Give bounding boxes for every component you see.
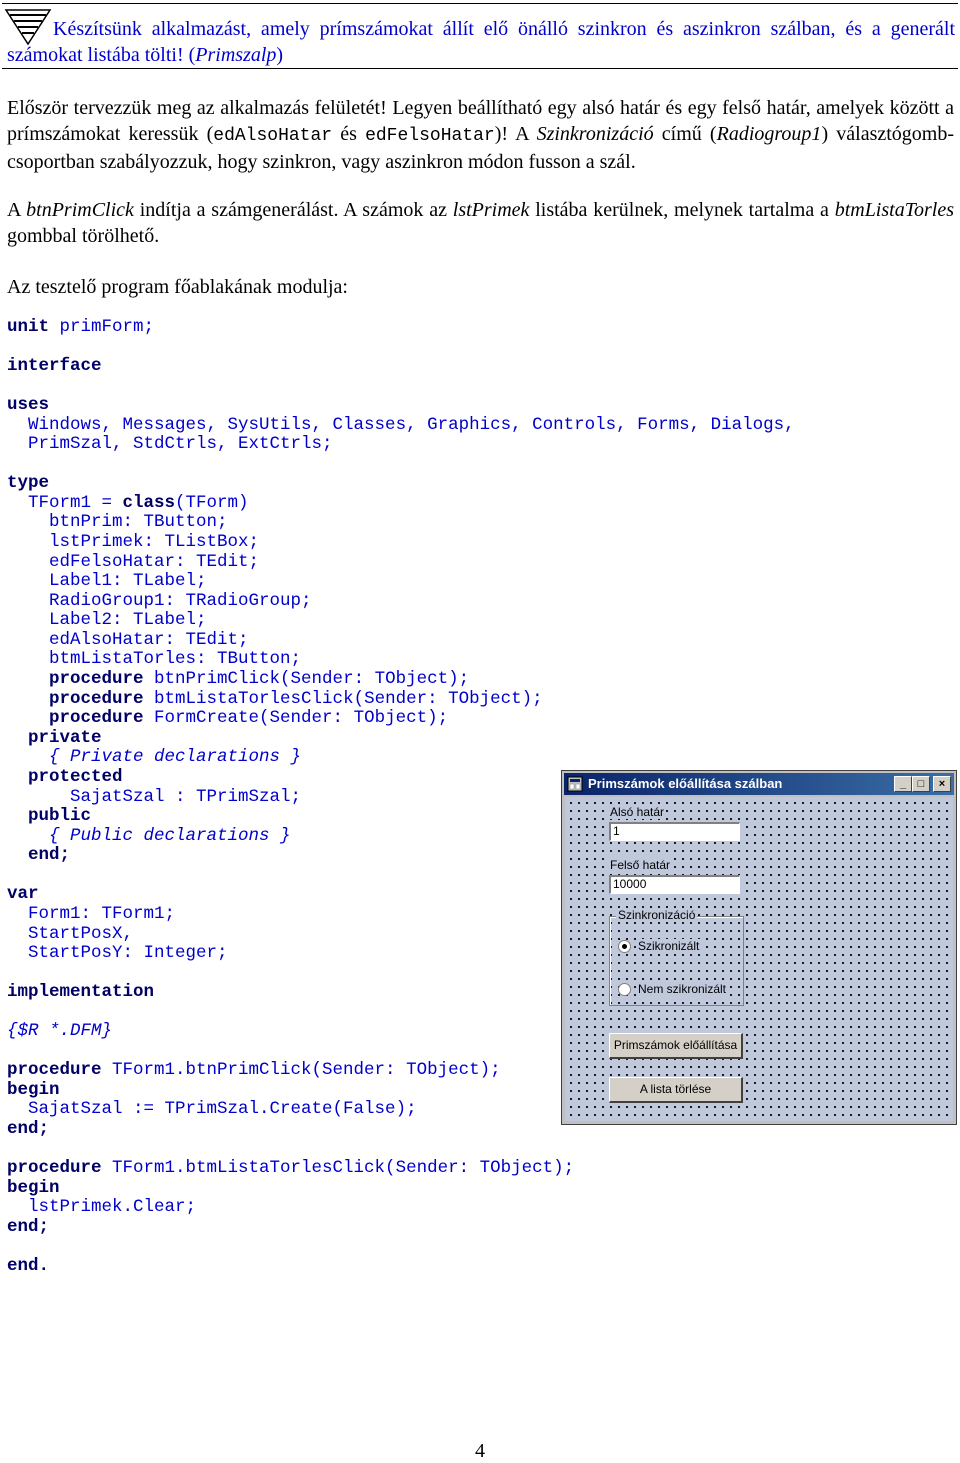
paragraph-buttons: A btnPrimClick indítja a számgenerálást.… bbox=[7, 199, 954, 247]
form-client-area: Alsó határ 1 Felső határ 10000 Szinkroni… bbox=[565, 797, 953, 1121]
label-also-hatar: Alsó határ bbox=[609, 805, 666, 819]
minimize-button[interactable]: _ bbox=[894, 776, 912, 792]
app-icon bbox=[567, 776, 583, 792]
project-name: Primszalp bbox=[195, 44, 277, 66]
page-number: 4 bbox=[475, 1440, 485, 1462]
paragraph-module-intro: Az tesztelő program főablakának modulja: bbox=[7, 276, 348, 298]
edit-also-hatar[interactable]: 1 bbox=[609, 822, 740, 841]
task-text: Készítsünk alkalmazást, amely prímszámok… bbox=[7, 18, 955, 66]
label-felso-hatar: Felső határ bbox=[609, 858, 672, 872]
btn-lista-torlese[interactable]: A lista törlése bbox=[609, 1077, 743, 1103]
form-designer-window: Primszámok előállítása szálban _ □ × Als… bbox=[561, 770, 957, 1125]
radio-nem-szinkronizalt[interactable]: Nem szikronizált bbox=[618, 982, 728, 996]
btn-primszamok-eloallitasa[interactable]: Primszámok előállítása bbox=[609, 1033, 743, 1059]
radio-szinkronizalt[interactable]: Szikronizált bbox=[618, 939, 701, 953]
edit-felso-hatar[interactable]: 10000 bbox=[609, 875, 740, 894]
radio-unselected-icon bbox=[618, 982, 631, 996]
window-titlebar[interactable]: Primszámok előállítása szálban _ □ × bbox=[564, 773, 954, 795]
radiogroup-szinkronizacio: Szinkronizáció Szikronizált Nem szikroni… bbox=[609, 908, 744, 1006]
radio-selected-icon bbox=[618, 939, 631, 953]
paragraph-interface-design: Először tervezzük meg az alkalmazás felü… bbox=[7, 97, 955, 173]
window-title: Primszámok előállítása szálban bbox=[588, 776, 783, 791]
close-button[interactable]: × bbox=[933, 776, 951, 792]
task-box: Készítsünk alkalmazást, amely prímszámok… bbox=[2, 3, 958, 69]
maximize-button[interactable]: □ bbox=[912, 776, 930, 792]
radiogroup-caption: Szinkronizáció bbox=[616, 908, 698, 922]
